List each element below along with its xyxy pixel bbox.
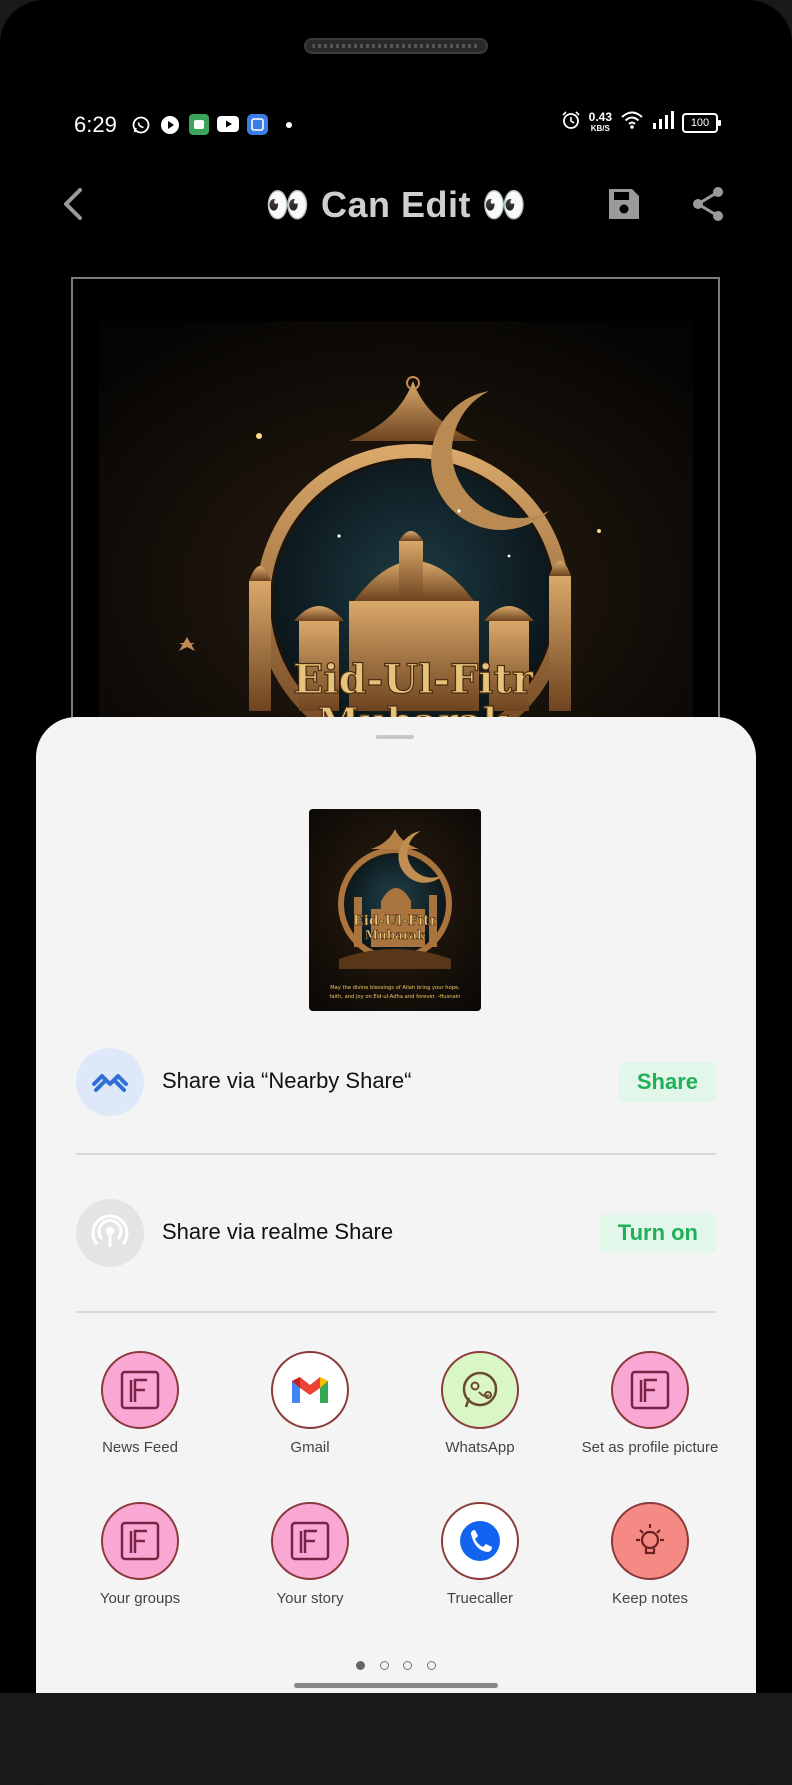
realme-share-icon [76, 1199, 144, 1267]
page-dot[interactable] [403, 1661, 413, 1670]
speed-value: 0.43 [588, 109, 612, 124]
lightbulb-icon [611, 1502, 689, 1580]
play-icon [160, 115, 180, 140]
status-time: 6:29 [74, 112, 117, 137]
signal-icon [652, 110, 674, 135]
nearby-share-button[interactable]: Share [618, 1062, 716, 1102]
gallery-app-icon [247, 114, 268, 140]
divider [76, 1311, 716, 1313]
save-icon[interactable] [606, 186, 642, 222]
realme-share-label: Share via realme Share [162, 1219, 394, 1244]
app-label: News Feed [102, 1439, 178, 1456]
app-label: WhatsApp [445, 1439, 515, 1456]
realme-turn-on-button[interactable]: Turn on [599, 1213, 716, 1253]
divider [76, 1153, 716, 1155]
poster-preview-frame[interactable]: Eid-Ul-Fitr Mubarak [71, 277, 720, 737]
alarm-icon [561, 110, 581, 135]
app-label: Your story [276, 1590, 344, 1607]
wifi-icon [620, 110, 644, 135]
sheet-drag-handle[interactable] [376, 735, 414, 739]
top-toolbar: 👀 Can Edit 👀 [0, 170, 792, 240]
thumb-caption-line1: May the divine blessings of Allah bring … [330, 985, 460, 991]
android-app-icon [189, 114, 209, 140]
battery-icon: 100 [682, 112, 721, 133]
network-speed: 0.43 KB/S [588, 109, 612, 134]
dot-icon [286, 122, 292, 128]
page-title: 👀 Can Edit 👀 [265, 184, 527, 225]
facebook-frame-icon [611, 1351, 689, 1429]
app-label: Your groups [99, 1590, 181, 1607]
page-dot[interactable] [426, 1661, 436, 1670]
app-news-feed[interactable]: News Feed [55, 1351, 225, 1456]
page-dot[interactable] [379, 1661, 389, 1670]
nearby-share-icon [76, 1048, 144, 1116]
speaker-grille [304, 38, 488, 54]
facebook-frame-icon [271, 1502, 349, 1580]
share-preview-thumbnail: Eid-Ul-Fitr Mubarak May the divine bless… [309, 809, 481, 1011]
status-right-group: 0.43 KB/S 100 [561, 109, 721, 135]
phone-frame: 6:29 0.43 KB/S 100 👀 Can Edit 👀 Eid-Ul-F… [0, 0, 792, 1785]
facebook-frame-icon [101, 1351, 179, 1429]
youtube-icon [217, 116, 239, 137]
whatsapp-icon [441, 1351, 519, 1429]
app-label: Truecaller [446, 1590, 514, 1607]
thumb-subheading: Mubarak [365, 928, 426, 942]
app-label: Gmail [290, 1439, 330, 1456]
app-gmail[interactable]: Gmail [225, 1351, 395, 1456]
phone-bottom-bezel [0, 1693, 792, 1785]
poster-image: Eid-Ul-Fitr Mubarak [99, 321, 693, 735]
share-icon[interactable] [688, 184, 728, 224]
share-sheet: Eid-Ul-Fitr Mubarak May the divine bless… [36, 717, 756, 1693]
app-label: Keep notes [612, 1590, 688, 1607]
truecaller-icon [441, 1502, 519, 1580]
whatsapp-icon [131, 115, 151, 140]
nearby-share-row[interactable]: Share via “Nearby Share“ Share [76, 1048, 716, 1118]
app-truecaller[interactable]: Truecaller [395, 1502, 565, 1607]
app-label: Set as profile picture [581, 1439, 719, 1456]
app-your-groups[interactable]: Your groups [55, 1502, 225, 1607]
home-indicator[interactable] [294, 1683, 498, 1688]
app-whatsapp[interactable]: WhatsApp [395, 1351, 565, 1456]
speed-unit: KB/S [590, 123, 610, 133]
page-indicator [36, 1657, 756, 1675]
page-dot-active[interactable] [356, 1661, 366, 1670]
app-set-as-profile-picture[interactable]: Set as profile picture [565, 1351, 735, 1456]
nearby-share-label: Share via “Nearby Share“ [162, 1068, 412, 1093]
thumb-heading: Eid-Ul-Fitr [353, 913, 438, 929]
facebook-frame-icon [101, 1502, 179, 1580]
app-keep-notes[interactable]: Keep notes [565, 1502, 735, 1607]
realme-share-row[interactable]: Share via realme Share Turn on [76, 1199, 716, 1269]
app-your-story[interactable]: Your story [225, 1502, 395, 1607]
gmail-icon [271, 1351, 349, 1429]
thumb-caption-line2: faith, and joy on Eid-ul-Adha and foreve… [330, 994, 461, 1000]
status-bar: 6:29 0.43 KB/S 100 [0, 108, 792, 142]
poster-heading: Eid-Ul-Fitr [293, 656, 534, 703]
